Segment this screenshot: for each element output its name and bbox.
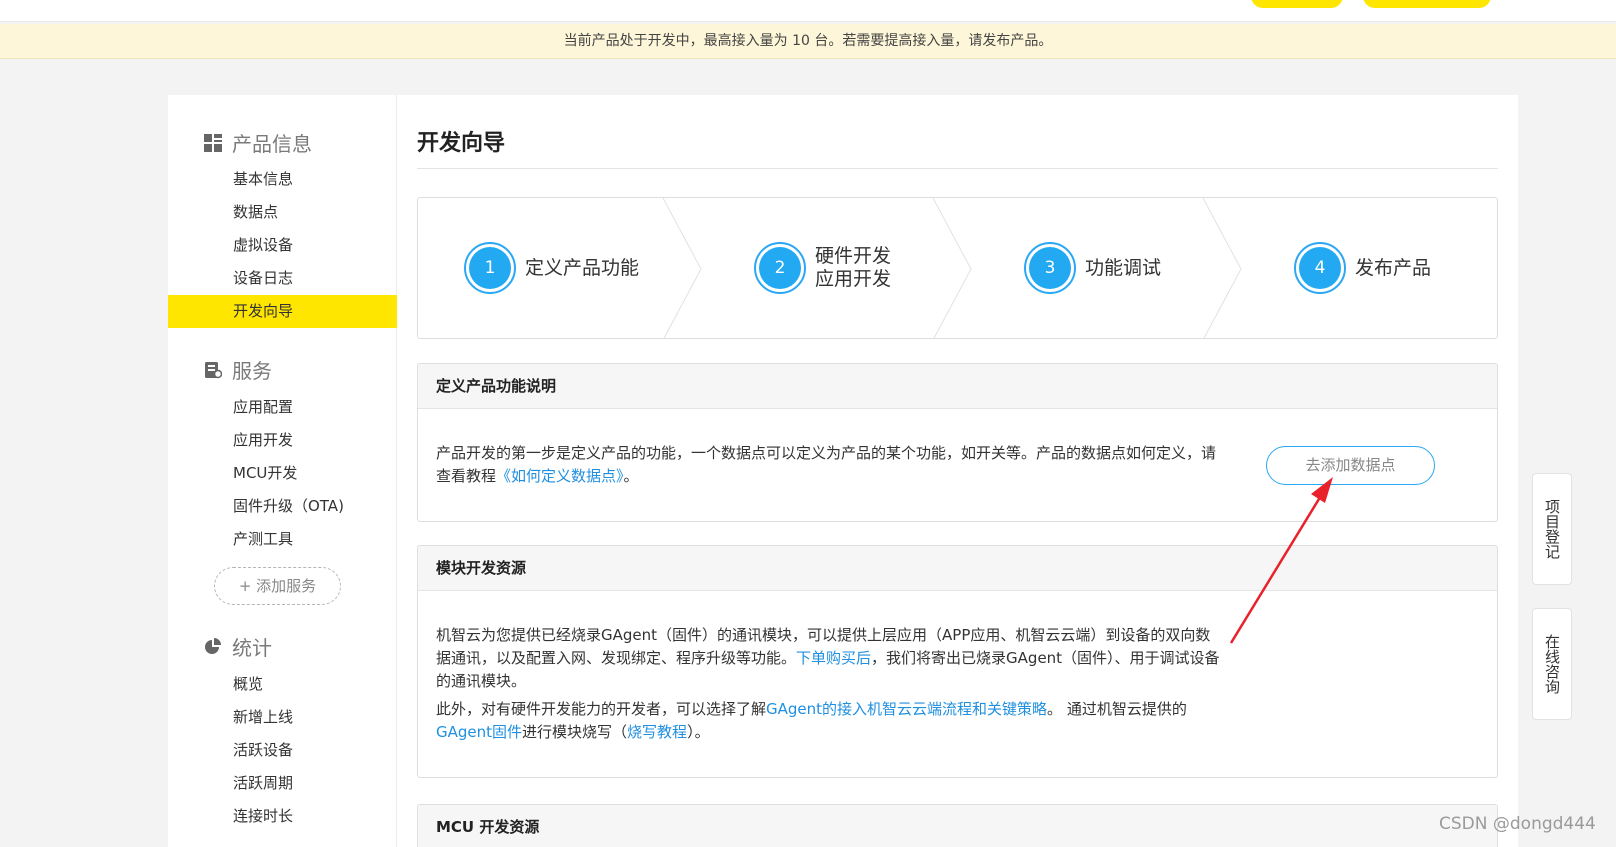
box-header: MCU 开发资源 [418,805,1497,847]
box-header: 定义产品功能说明 [418,364,1497,409]
sidebar-item-app-config[interactable]: 应用配置 [168,391,397,424]
sidebar-item-new-online[interactable]: 新增上线 [168,701,397,734]
order-link[interactable]: 下单购买后 [796,649,871,667]
sidebar-item-virtual-device[interactable]: 虚拟设备 [168,229,397,262]
top-header [0,0,1616,22]
step-label: 定义产品功能 [525,256,640,279]
step-label: 功能调试 [1085,256,1162,279]
step-1[interactable]: 1 定义产品功能 [464,242,639,294]
add-datapoint-button[interactable]: 去添加数据点 [1266,446,1435,485]
sidebar: 产品信息 基本信息 数据点 虚拟设备 设备日志 开发向导 服务 应用配置 应用开… [168,95,397,847]
define-function-text: 产品开发的第一步是定义产品的功能，一个数据点可以定义为产品的某个功能，如开关等。… [436,444,1217,485]
sidebar-item-device-log[interactable]: 设备日志 [168,262,397,295]
project-register-tab[interactable]: 项目登记 [1532,473,1572,585]
main-panel: 产品信息 基本信息 数据点 虚拟设备 设备日志 开发向导 服务 应用配置 应用开… [168,95,1518,847]
module-resource-box: 模块开发资源 机智云为您提供已经烧录GAgent（固件）的通讯模块，可以提供上层… [417,545,1498,778]
mcu-resource-box: MCU 开发资源 [417,804,1498,847]
grid-icon [204,133,222,152]
step-number-circle: 4 [1294,242,1346,294]
sidebar-item-basic-info[interactable]: 基本信息 [168,163,397,196]
gagent-firmware-link[interactable]: GAgent固件 [436,723,522,741]
section-title: 服务 [232,358,272,383]
sidebar-item-ota[interactable]: 固件升级（OTA) [168,490,397,523]
pie-chart-icon [204,637,222,655]
step-wizard: 1 定义产品功能 2 硬件开发 应用开发 3 功能调试 4 发布产品 [417,197,1498,339]
sidebar-item-dev-guide[interactable]: 开发向导 [168,295,397,328]
sidebar-item-app-dev[interactable]: 应用开发 [168,424,397,457]
step-label: 硬件开发 应用开发 [815,245,892,290]
sidebar-section-service: 服务 [204,354,272,384]
online-consult-tab[interactable]: 在线咨询 [1532,608,1572,720]
section-title: 统计 [232,635,272,660]
sidebar-item-connect-duration[interactable]: 连接时长 [168,800,397,833]
add-service-button[interactable]: + 添加服务 [214,567,341,605]
step-number-circle: 2 [754,242,806,294]
section-title: 产品信息 [232,131,312,156]
header-button-2[interactable] [1363,0,1491,8]
page-title: 开发向导 [417,131,506,156]
title-divider [417,168,1498,169]
flash-tutorial-link[interactable]: 烧写教程 [627,723,687,741]
gagent-strategy-link[interactable]: GAgent的接入机智云云端流程和关键策略 [766,700,1047,718]
watermark: CSDN @dongd444 [1439,814,1596,834]
step-number-circle: 1 [464,242,516,294]
sidebar-item-overview[interactable]: 概览 [168,668,397,701]
tutorial-link[interactable]: 《如何定义数据点》 [496,467,624,485]
step-2[interactable]: 2 硬件开发 应用开发 [754,242,891,294]
sidebar-section-stats: 统计 [204,631,272,661]
sidebar-item-active-devices[interactable]: 活跃设备 [168,734,397,767]
define-function-box: 定义产品功能说明 产品开发的第一步是定义产品的功能，一个数据点可以定义为产品的某… [417,363,1498,522]
step-4[interactable]: 4 发布产品 [1294,242,1431,294]
box-header: 模块开发资源 [418,546,1497,591]
module-paragraph-2: 此外，对有硬件开发能力的开发者，可以选择了解GAgent的接入机智云云端流程和关… [436,700,1187,741]
sidebar-item-datapoints[interactable]: 数据点 [168,196,397,229]
step-label: 发布产品 [1355,256,1432,279]
sidebar-item-active-period[interactable]: 活跃周期 [168,767,397,800]
step-3[interactable]: 3 功能调试 [1024,242,1161,294]
sidebar-section-product-info: 产品信息 [204,127,312,157]
service-icon [204,360,223,379]
step-number-circle: 3 [1024,242,1076,294]
sidebar-item-mcu-dev[interactable]: MCU开发 [168,457,397,490]
module-paragraph-1: 机智云为您提供已经烧录GAgent（固件）的通讯模块，可以提供上层应用（APP应… [436,626,1220,690]
dev-notice-banner: 当前产品处于开发中，最高接入量为 10 台。若需要提高接入量，请发布产品。 [0,24,1616,59]
sidebar-item-test-tool[interactable]: 产测工具 [168,523,397,556]
header-button-1[interactable] [1251,0,1343,8]
